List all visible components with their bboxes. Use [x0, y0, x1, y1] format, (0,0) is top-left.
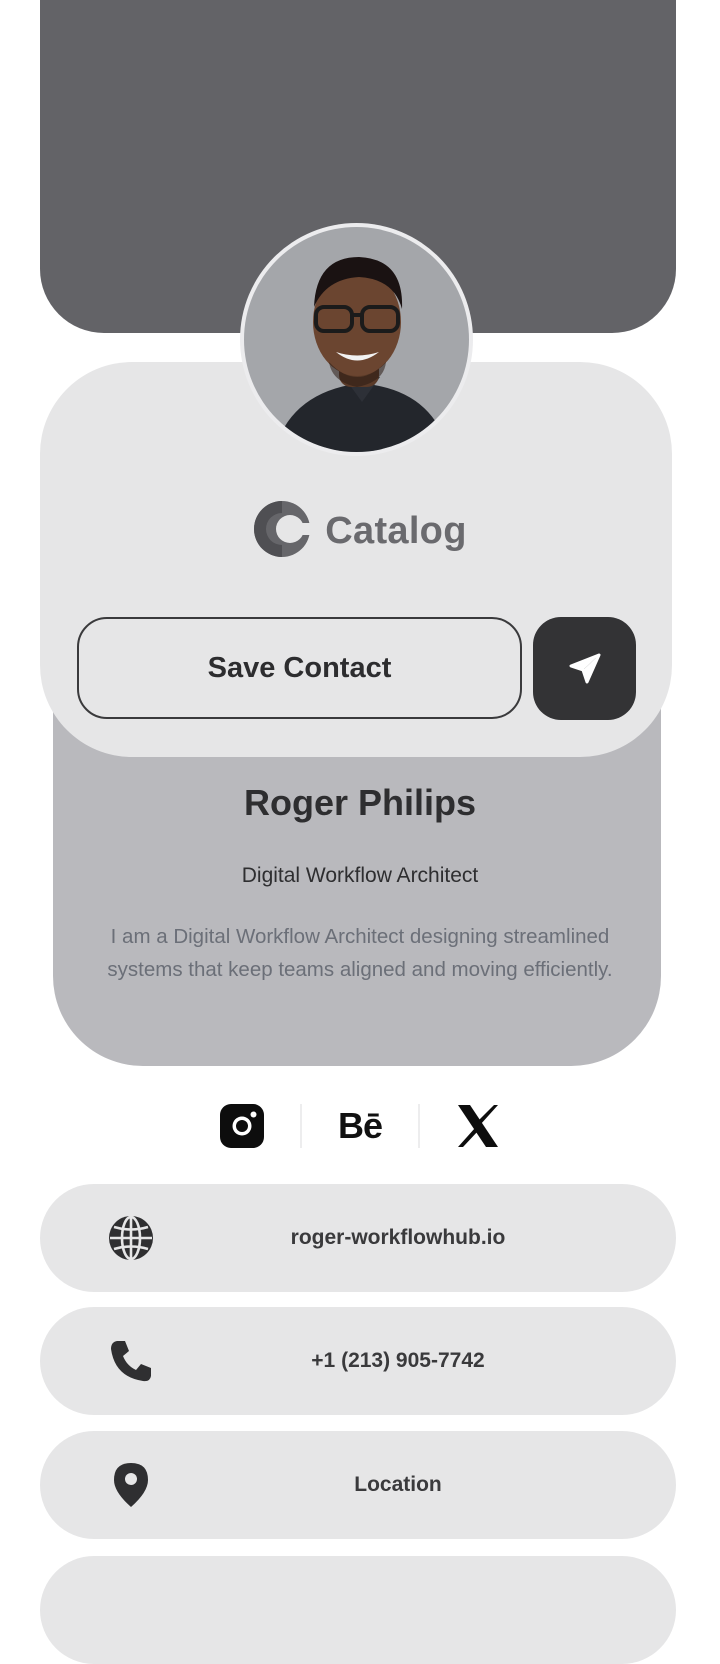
- phone-text: +1 (213) 905-7742: [311, 1349, 485, 1372]
- company-name: Catalog: [325, 509, 467, 552]
- avatar-photo: [244, 227, 469, 452]
- instagram-link[interactable]: [212, 1103, 272, 1149]
- company-brand: Catalog: [0, 500, 720, 562]
- x-link[interactable]: [448, 1103, 508, 1149]
- globe-icon: [104, 1211, 158, 1265]
- next-row[interactable]: [40, 1556, 676, 1664]
- location-pin-icon: [104, 1458, 158, 1512]
- catalog-logo-icon: [253, 500, 313, 563]
- profile-name: Roger Philips: [243, 782, 477, 823]
- website-row[interactable]: roger-workflowhub.io: [40, 1184, 676, 1292]
- avatar: [240, 223, 473, 456]
- divider: [300, 1104, 302, 1148]
- behance-icon: Bē: [337, 1105, 383, 1146]
- location-text: Location: [354, 1473, 442, 1496]
- job-title: Digital Workflow Architect: [241, 864, 479, 887]
- website-text: roger-workflowhub.io: [290, 1226, 506, 1249]
- save-contact-button[interactable]: Save Contact: [77, 617, 522, 719]
- phone-icon: [104, 1334, 158, 1388]
- divider: [418, 1104, 420, 1148]
- share-button[interactable]: [533, 617, 636, 720]
- location-row[interactable]: Location: [40, 1431, 676, 1539]
- phone-row[interactable]: +1 (213) 905-7742: [40, 1307, 676, 1415]
- bio-text: I am a Digital Workflow Architect design…: [107, 925, 613, 981]
- send-icon: [569, 653, 600, 683]
- social-links: Bē: [0, 1098, 720, 1154]
- instagram-icon: [220, 1104, 264, 1148]
- behance-link[interactable]: Bē: [330, 1105, 390, 1147]
- x-icon: [458, 1105, 498, 1147]
